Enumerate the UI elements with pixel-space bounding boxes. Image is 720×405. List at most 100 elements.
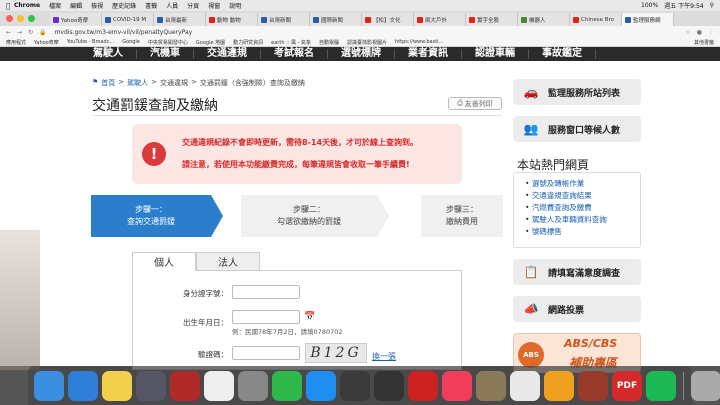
app-store-icon[interactable] <box>306 370 336 401</box>
notes-icon[interactable] <box>102 370 132 401</box>
menu-tabs[interactable]: 分頁 <box>187 1 199 10</box>
pdf-app-icon[interactable]: PDF <box>612 370 642 401</box>
breadcrumb-separator: > <box>151 78 158 86</box>
tab-individual[interactable]: 個人 <box>132 252 196 271</box>
preview-icon[interactable] <box>476 370 506 401</box>
close-window-icon[interactable] <box>6 15 13 22</box>
nav-business[interactable]: 業者資訊 <box>395 49 462 59</box>
bookmark-item[interactable]: YouTube - Broadc... <box>67 39 115 45</box>
bookmark-item[interactable]: Google 地圖 <box>196 39 225 46</box>
reload-icon[interactable]: ↻ <box>28 29 33 36</box>
menu-view[interactable]: 檢視 <box>91 1 103 10</box>
nav-accident[interactable]: 事故鑑定 <box>529 49 596 59</box>
browser-tab[interactable]: 【松】文化 <box>362 13 414 26</box>
bookmark-item[interactable]: 中央貿易開發中心 <box>148 39 188 46</box>
calendar-app-icon[interactable] <box>204 370 234 401</box>
menu-file[interactable]: 檔案 <box>49 1 61 10</box>
hot-link[interactable]: 汽燃費查詢及繳費 <box>525 202 607 214</box>
lock-icon[interactable]: 🔒 <box>39 29 46 36</box>
bookmark-item[interactable]: 動力研究資訊 <box>233 39 263 46</box>
id-number-input[interactable] <box>232 285 300 299</box>
trash-icon[interactable] <box>691 370 720 401</box>
hot-link[interactable]: 駕駛人及車輛資料查詢 <box>525 214 607 226</box>
hot-link[interactable]: 交通違規查詢結果 <box>525 190 607 202</box>
menu-window[interactable]: 視窗 <box>208 1 220 10</box>
photos-icon[interactable] <box>544 370 574 401</box>
captcha-input[interactable] <box>232 346 300 360</box>
menu-bookmarks[interactable]: 書籤 <box>145 1 157 10</box>
photo-app-icon[interactable] <box>408 370 438 401</box>
bookmark-item[interactable]: 應用程式 <box>6 39 26 46</box>
system-preferences-icon[interactable] <box>238 370 268 401</box>
finder-icon[interactable] <box>34 370 64 401</box>
browser-tab[interactable]: 實字全股 <box>466 13 518 26</box>
browser-tab[interactable]: 台灣新聞 <box>258 13 310 26</box>
menu-help[interactable]: 說明 <box>229 1 241 10</box>
nav-violations[interactable]: 交通違規 <box>194 49 261 59</box>
minimize-window-icon[interactable] <box>17 15 24 22</box>
print-button[interactable]: ⎙ 友善列印 <box>448 97 502 110</box>
nav-drivers[interactable]: 駕駛人 <box>80 49 137 59</box>
calendar-icon[interactable]: 📅 <box>304 312 315 322</box>
apple-icon[interactable]:  <box>6 2 14 10</box>
online-vote-button[interactable]: 📣 網路投票 <box>513 296 641 322</box>
menu-app-name[interactable]: Chrome <box>14 2 40 9</box>
battery-level[interactable]: 100% <box>641 2 658 9</box>
home-icon[interactable]: ⚑ <box>92 78 98 88</box>
tab-label: Yahoo奇摩 <box>61 17 89 24</box>
service-stations-button[interactable]: 🚗 監理服務所站列表 <box>513 79 641 105</box>
star-icon[interactable]: ☆ <box>685 29 690 36</box>
extension-icon[interactable]: ● <box>697 29 702 36</box>
clock[interactable]: 週五 下午9:54 <box>664 1 703 10</box>
browser-tab[interactable]: Yahoo奇摩 <box>50 13 102 26</box>
final-cut-icon[interactable] <box>374 370 404 401</box>
activity-monitor-icon[interactable] <box>340 370 370 401</box>
breadcrumb-drivers[interactable]: 駕駛人 <box>127 78 148 88</box>
facetime-icon[interactable] <box>272 370 302 401</box>
browser-tab[interactable]: 機器人 <box>518 13 570 26</box>
nav-certified[interactable]: 認證車輛 <box>462 49 529 59</box>
zoom-window-icon[interactable] <box>28 15 35 22</box>
hot-link[interactable]: 號碼標售 <box>525 226 607 238</box>
nav-vehicles[interactable]: 汽機車 <box>137 49 194 59</box>
bookmark-item[interactable]: earth :: 風 - 氣象 <box>271 39 311 46</box>
birthdate-input[interactable] <box>232 310 300 324</box>
bookmark-item[interactable]: Google <box>122 39 140 45</box>
spotify-icon[interactable] <box>646 370 676 401</box>
browser-tab[interactable]: 動物 動物 <box>206 13 258 26</box>
chrome-icon[interactable] <box>510 370 540 401</box>
launchpad-icon[interactable] <box>136 370 166 401</box>
breadcrumb-home[interactable]: 首頁 <box>101 78 115 88</box>
bookmark-item[interactable]: Yahoo奇摩 <box>34 39 59 46</box>
waiting-count-button[interactable]: 👥 服務窗口等候人數 <box>513 116 641 142</box>
menu-edit[interactable]: 編輯 <box>70 1 82 10</box>
url-field[interactable]: mvdis.gov.tw/m3-emv-vil/vil/penaltyQuery… <box>55 29 193 36</box>
breadcrumb-violations[interactable]: 交通違規 <box>160 78 188 88</box>
hot-link[interactable]: 選號及轉帳作業 <box>525 178 607 190</box>
refresh-captcha-link[interactable]: 換一張 <box>372 351 396 362</box>
downloads-icon[interactable] <box>578 370 608 401</box>
browser-tab-active[interactable]: 監理服務網 <box>622 13 674 26</box>
forward-icon[interactable]: → <box>17 29 22 36</box>
bookmark-item[interactable]: https://www.basti... <box>395 39 443 45</box>
survey-button[interactable]: 📋 請填寫滿意度調查 <box>513 259 641 285</box>
nav-plates[interactable]: 選號標牌 <box>328 49 395 59</box>
menu-dots-icon[interactable]: ⋮ <box>708 29 714 36</box>
menu-history[interactable]: 歷史記錄 <box>112 1 136 10</box>
nav-exam[interactable]: 考試報名 <box>261 49 328 59</box>
safari-icon[interactable] <box>68 370 98 401</box>
browser-tab[interactable]: 台灣最新 <box>154 13 206 26</box>
browser-tab[interactable]: Chinese Bro <box>570 13 622 26</box>
menu-people[interactable]: 人員 <box>166 1 178 10</box>
bookmark-item[interactable]: 認識臺灣影視圖片 <box>347 39 387 46</box>
browser-tab[interactable]: COVID-19 M <box>102 13 154 26</box>
browser-tab[interactable]: 國際新聞 <box>310 13 362 26</box>
back-icon[interactable]: ← <box>6 29 11 36</box>
music-icon[interactable] <box>442 370 472 401</box>
bookmark-item[interactable]: 自動電腦 <box>319 39 339 46</box>
other-bookmarks[interactable]: 其他書籤 <box>694 39 714 46</box>
search-icon[interactable]: ⚲ <box>710 2 714 9</box>
browser-tab[interactable]: 兩大戶外 <box>414 13 466 26</box>
tab-corporate[interactable]: 法人 <box>196 252 260 271</box>
photo-booth-icon[interactable] <box>170 370 200 401</box>
